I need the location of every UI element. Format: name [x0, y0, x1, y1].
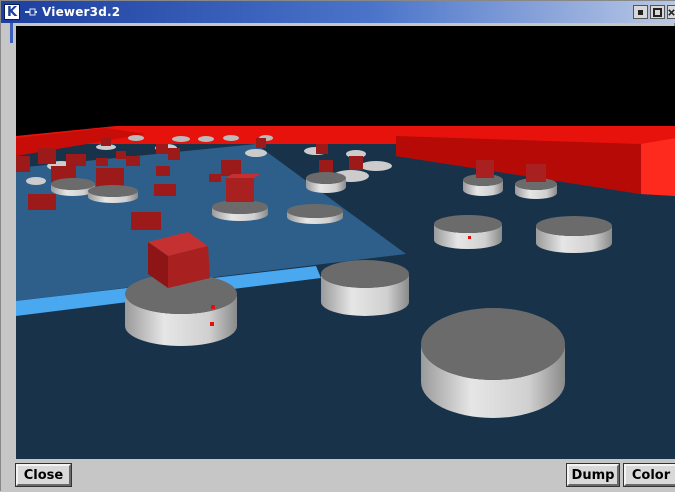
3d-viewport[interactable]	[16, 26, 675, 459]
minimize-icon[interactable]	[633, 5, 648, 19]
color-button[interactable]: Color	[623, 463, 675, 487]
close-button[interactable]: Close	[15, 463, 72, 487]
button-bar: Close Dump Color	[1, 459, 675, 492]
kde-k-icon[interactable]: K	[4, 4, 20, 20]
3d-scene[interactable]	[16, 26, 675, 459]
window-title: Viewer3d.2	[42, 5, 121, 19]
window-left-border	[1, 23, 16, 463]
dump-button[interactable]: Dump	[566, 463, 620, 487]
pin-icon[interactable]	[24, 5, 38, 19]
title-bar[interactable]: K Viewer3d.2	[1, 1, 675, 23]
maximize-icon[interactable]	[650, 5, 665, 19]
viewer-window: K Viewer3d.2 Close Dump Color	[0, 0, 675, 492]
close-icon[interactable]	[667, 5, 675, 19]
